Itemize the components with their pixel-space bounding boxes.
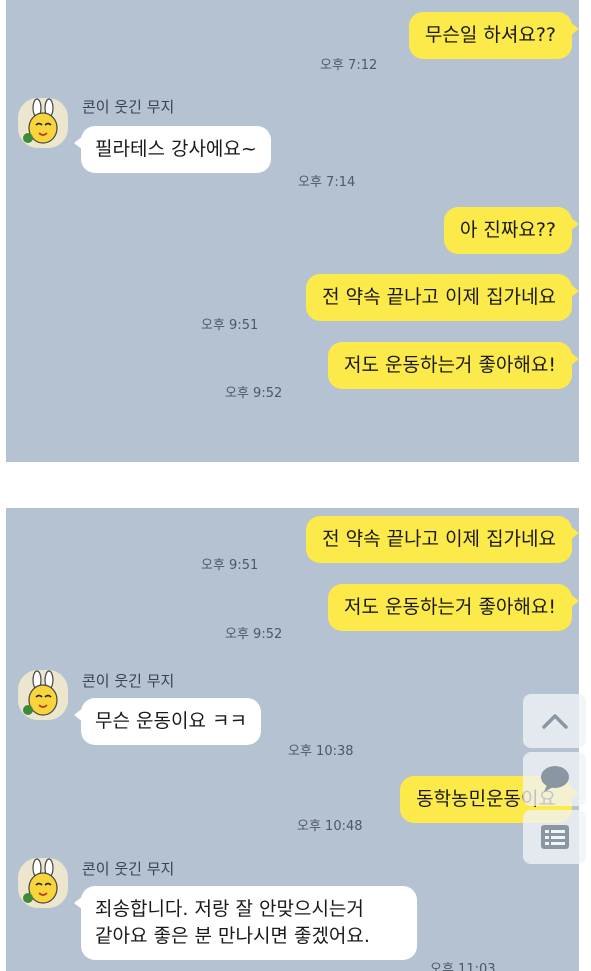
message-time: 오후 10:38 — [288, 744, 354, 759]
avatar[interactable] — [18, 98, 68, 148]
message-time: 오후 11:03 — [430, 962, 496, 971]
avatar[interactable] — [18, 670, 68, 720]
scroll-up-button[interactable] — [523, 694, 586, 748]
muzi-avatar-icon — [18, 858, 68, 908]
chat-panel-2[interactable]: 전 약속 끝나고 이제 집가네요 오후 9:51 저도 운동하는거 좋아해요! … — [6, 508, 579, 971]
message-text-line-2: 같아요 좋은 분 만나시면 좋겠어요. — [95, 925, 370, 947]
sender-name: 콘이 웃긴 무지 — [82, 672, 175, 690]
my-message-bubble[interactable]: 전 약속 끝나고 이제 집가네요 — [306, 516, 579, 563]
sender-name: 콘이 웃긴 무지 — [82, 98, 175, 116]
message-text: 전 약속 끝나고 이제 집가네요 — [322, 528, 556, 550]
message-time: 오후 10:48 — [297, 819, 363, 834]
menu-button[interactable] — [523, 810, 586, 864]
my-message-bubble[interactable]: 아 진짜요?? — [443, 207, 579, 254]
sender-name: 콘이 웃긴 무지 — [82, 860, 175, 878]
chat-panel-1[interactable]: 무슨일 하셔요?? 오후 7:12 콘이 웃긴 무지 필라테스 강사에요~ 오후… — [6, 0, 579, 462]
message-time: 오후 9:51 — [201, 318, 259, 333]
muzi-avatar-icon — [18, 98, 68, 148]
message-text: 저도 운동하는거 좋아해요! — [344, 596, 556, 618]
their-message-bubble[interactable]: 무슨 운동이요 ㅋㅋ — [74, 698, 261, 745]
their-message-bubble[interactable]: 필라테스 강사에요~ — [74, 126, 271, 173]
message-time: 오후 7:14 — [298, 175, 356, 190]
menu-icon — [540, 825, 569, 849]
message-text: 무슨 운동이요 ㅋㅋ — [95, 710, 247, 732]
avatar[interactable] — [18, 858, 68, 908]
chevron-up-icon — [541, 714, 568, 729]
my-message-bubble[interactable]: 저도 운동하는거 좋아해요! — [328, 342, 579, 389]
message-text: 무슨일 하셔요?? — [424, 24, 556, 46]
my-message-bubble[interactable]: 전 약속 끝나고 이제 집가네요 — [306, 274, 579, 321]
message-text: 필라테스 강사에요~ — [95, 138, 257, 160]
message-text-line-1: 죄송합니다. 저랑 잘 안맞으시는거 — [95, 898, 364, 920]
muzi-avatar-icon — [18, 670, 68, 720]
message-text: 아 진짜요?? — [459, 219, 556, 241]
my-message-bubble[interactable]: 저도 운동하는거 좋아해요! — [328, 584, 579, 631]
their-message-bubble[interactable]: 죄송합니다. 저랑 잘 안맞으시는거 같아요 좋은 분 만나시면 좋겠어요. — [74, 886, 417, 960]
message-text: 전 약속 끝나고 이제 집가네요 — [322, 286, 556, 308]
message-text: 저도 운동하는거 좋아해요! — [344, 354, 556, 376]
my-message-bubble[interactable]: 무슨일 하셔요?? — [408, 12, 579, 59]
message-time: 오후 9:52 — [225, 386, 283, 401]
message-time: 오후 7:12 — [320, 58, 378, 73]
emoticon-button[interactable] — [523, 752, 586, 806]
message-time: 오후 9:51 — [201, 558, 259, 573]
emoticon-icon — [540, 766, 569, 792]
message-time: 오후 9:52 — [225, 627, 283, 642]
